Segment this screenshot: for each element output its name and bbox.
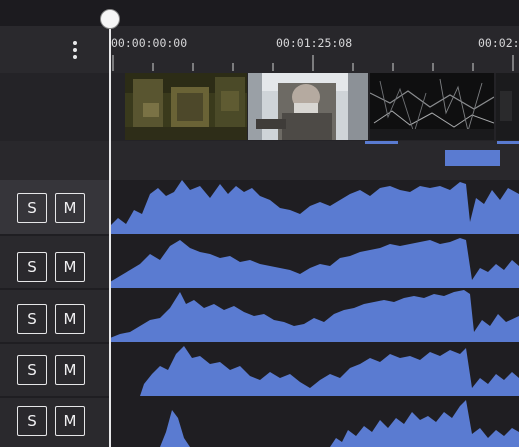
more-vert-icon-dot-3 <box>73 55 77 59</box>
more-options-button[interactable] <box>64 38 86 62</box>
video-clip-1[interactable] <box>125 73 247 140</box>
mute-button-track-4[interactable]: M <box>55 355 85 385</box>
audio-track-2-header[interactable]: S M <box>0 236 110 288</box>
solo-button-track-1[interactable]: S <box>17 193 47 223</box>
mute-button-track-1[interactable]: M <box>55 193 85 223</box>
audio-track-5-header[interactable]: S M <box>0 398 110 447</box>
overlay-track <box>0 141 519 180</box>
playhead-handle[interactable] <box>100 9 120 29</box>
ruler-header <box>0 26 110 73</box>
overlay-marker-2[interactable] <box>497 141 519 144</box>
audio-track-5-waveform <box>110 400 519 447</box>
video-editor-timeline: 00:00:00:00 00:01:25:08 00:02:5 <box>0 0 519 447</box>
audio-track-2-waveform <box>110 238 519 288</box>
overlay-clip[interactable] <box>445 150 500 166</box>
solo-button-track-5[interactable]: S <box>17 406 47 436</box>
waveform-shape <box>110 290 519 342</box>
audio-track-3-lane[interactable] <box>110 290 519 342</box>
playhead-line <box>109 20 111 447</box>
solo-button-track-4[interactable]: S <box>17 355 47 385</box>
waveform-shape <box>110 346 519 396</box>
audio-track-3-waveform <box>110 290 519 342</box>
time-label-mid: 00:01:25:08 <box>276 36 353 50</box>
mute-button-track-2[interactable]: M <box>55 252 85 282</box>
solo-button-track-3[interactable]: S <box>17 304 47 334</box>
time-label-end: 00:02:5 <box>478 36 519 50</box>
more-vert-icon-dot-2 <box>73 48 77 52</box>
waveform-shape <box>110 238 519 288</box>
audio-track-3-header[interactable]: S M <box>0 290 110 342</box>
solo-button-track-2[interactable]: S <box>17 252 47 282</box>
video-clip-4[interactable] <box>496 73 519 140</box>
audio-track-5-lane[interactable] <box>110 398 519 447</box>
waveform-shape <box>110 180 519 234</box>
audio-track-1-waveform <box>110 180 519 234</box>
time-label-start: 00:00:00:00 <box>111 36 188 50</box>
top-bar <box>0 0 519 26</box>
audio-track-4-header[interactable]: S M <box>0 344 110 396</box>
audio-track-1-lane[interactable] <box>110 180 519 234</box>
overlay-marker-1[interactable] <box>365 141 398 144</box>
video-clip-2[interactable] <box>248 73 368 140</box>
more-vert-icon <box>73 41 77 45</box>
audio-track-1-header[interactable]: S M <box>0 180 110 234</box>
audio-track-2-lane[interactable] <box>110 236 519 288</box>
video-clip-3[interactable] <box>370 73 494 140</box>
audio-track-4-waveform <box>110 346 519 396</box>
waveform-shape <box>110 400 519 447</box>
mute-button-track-5[interactable]: M <box>55 406 85 436</box>
audio-track-4-lane[interactable] <box>110 344 519 396</box>
mute-button-track-3[interactable]: M <box>55 304 85 334</box>
